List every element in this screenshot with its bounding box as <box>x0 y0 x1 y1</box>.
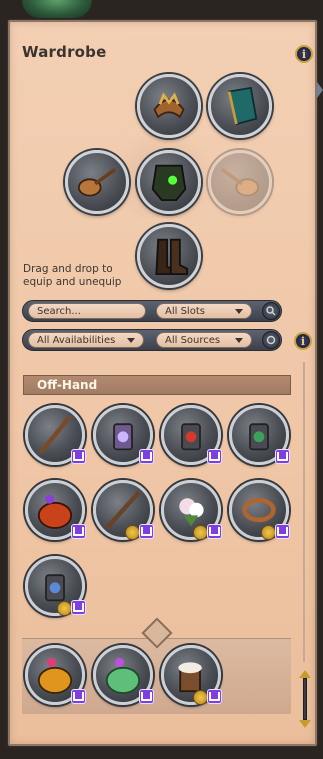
twitch-icon <box>207 449 222 464</box>
panel-title: Wardrobe <box>22 43 107 61</box>
availability-select[interactable]: All Availabilities <box>28 332 144 348</box>
search-button[interactable] <box>262 302 280 320</box>
reset-filters-button[interactable] <box>262 331 280 349</box>
slot-main-hand[interactable] <box>65 150 129 214</box>
collapse-arrow-icon[interactable] <box>317 82 323 98</box>
item-frothy-mug[interactable] <box>161 645 222 705</box>
slot-feet[interactable] <box>137 224 201 288</box>
item-blue-lantern[interactable] <box>25 556 86 616</box>
twitch-icon <box>139 449 154 464</box>
scrollbar[interactable] <box>299 670 311 728</box>
slot-head[interactable] <box>137 74 201 138</box>
twitch-icon <box>71 449 86 464</box>
boots-icon <box>155 238 189 276</box>
teal-cape-icon <box>227 86 258 126</box>
refresh-icon <box>266 335 276 345</box>
twitch-icon <box>139 689 154 704</box>
sources-select-value: All Sources <box>165 334 221 346</box>
coin-icon <box>261 525 276 540</box>
coin-icon <box>57 601 72 616</box>
item-flower-bouquet[interactable] <box>161 480 222 540</box>
twitch-icon <box>71 689 86 704</box>
item-purple-lantern[interactable] <box>93 405 154 465</box>
search-placeholder: Search... <box>37 305 81 317</box>
slots-select[interactable]: All Slots <box>156 303 252 319</box>
item-pumpkin-candy-bag[interactable] <box>25 480 86 540</box>
twitch-icon <box>207 689 222 704</box>
availability-select-value: All Availabilities <box>37 334 116 346</box>
lute-icon <box>220 167 260 197</box>
slot-off-hand[interactable] <box>208 150 272 214</box>
chevron-down-icon <box>127 338 135 343</box>
scroll-up-icon[interactable] <box>299 670 311 678</box>
search-input[interactable]: Search... <box>28 303 146 319</box>
item-orange-candy-bag[interactable] <box>25 645 86 705</box>
item-green-candy-bag[interactable] <box>93 645 154 705</box>
item-twisted-staff[interactable] <box>93 480 154 540</box>
slot-chest[interactable] <box>137 150 201 214</box>
twitch-icon <box>275 524 290 539</box>
drag-hint-text: Drag and drop to equip and unequip <box>23 263 122 288</box>
item-green-lantern[interactable] <box>229 405 290 465</box>
twitch-icon <box>139 524 154 539</box>
top-ornament <box>22 0 92 18</box>
chevron-down-icon <box>235 309 243 314</box>
lute-icon <box>77 167 117 197</box>
coin-icon <box>193 525 208 540</box>
category-header[interactable]: Off-Hand <box>23 375 291 395</box>
item-staff[interactable] <box>25 405 86 465</box>
info-icon[interactable]: i <box>295 45 313 63</box>
coin-icon <box>193 690 208 705</box>
coin-icon <box>125 525 140 540</box>
sources-select[interactable]: All Sources <box>156 332 252 348</box>
category-label: Off-Hand <box>37 378 98 392</box>
twitch-icon <box>207 524 222 539</box>
scroll-down-icon[interactable] <box>299 720 311 728</box>
twitch-icon <box>71 524 86 539</box>
item-red-lantern[interactable] <box>161 405 222 465</box>
filters-info-icon[interactable]: i <box>294 332 312 350</box>
search-icon <box>266 306 276 316</box>
list-scroll-track <box>303 362 305 662</box>
twitch-icon <box>275 449 290 464</box>
crown-headpiece-icon <box>153 92 185 119</box>
chevron-down-icon <box>235 338 243 343</box>
item-bronze-ring[interactable] <box>229 480 290 540</box>
twitch-icon <box>71 600 86 615</box>
green-armor-icon <box>151 164 187 202</box>
slots-select-value: All Slots <box>165 305 205 317</box>
slot-back[interactable] <box>208 74 272 138</box>
scroll-thumb[interactable] <box>303 678 307 720</box>
